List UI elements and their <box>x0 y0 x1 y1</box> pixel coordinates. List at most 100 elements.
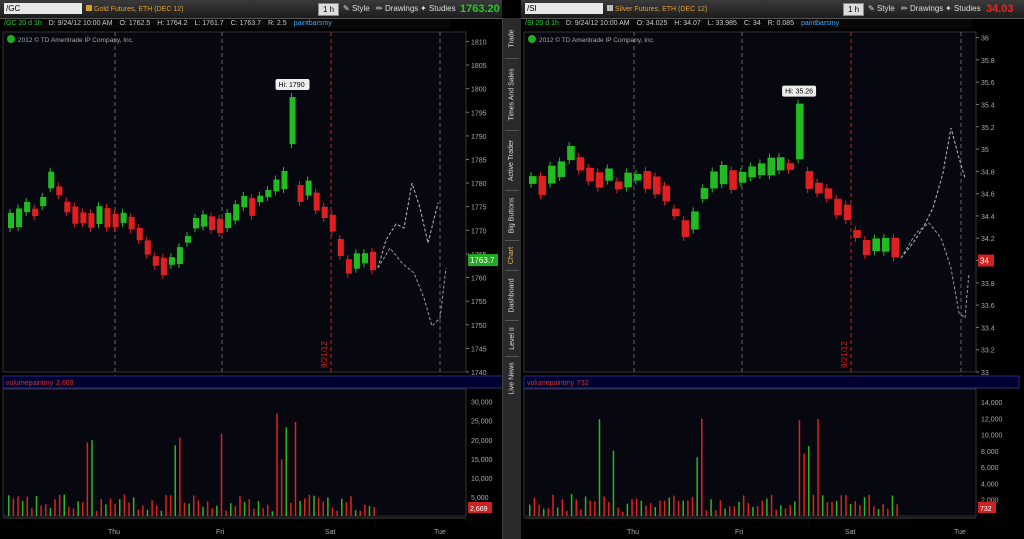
candle-body <box>297 185 304 202</box>
tab-active-trader[interactable]: Active Trader <box>504 132 520 188</box>
candle-body <box>681 220 690 237</box>
volume-bar <box>659 500 661 516</box>
tab-live-news[interactable]: Live News <box>504 358 520 398</box>
volume-bar <box>276 413 278 516</box>
volume-bar <box>710 499 712 516</box>
volume-tick-label: 30,000 <box>471 400 493 407</box>
volume-bar <box>635 498 638 516</box>
volume-tick-label: 10,000 <box>471 476 493 483</box>
pencil-icon: ✏ <box>376 4 383 13</box>
volume-value: 732 <box>577 380 589 387</box>
candle-body <box>112 213 119 228</box>
candle-body <box>120 212 127 223</box>
volume-bar <box>82 502 84 516</box>
study-name[interactable]: paintbarsmy <box>294 20 332 27</box>
candle-body <box>529 176 537 184</box>
candle-body <box>40 197 47 207</box>
tab-divider <box>505 130 519 131</box>
volume-tick-label: 14,000 <box>981 400 1003 407</box>
volume-tick-label: 6,000 <box>981 465 999 472</box>
bar-low: L: 33.985 <box>707 20 737 27</box>
volume-bar <box>789 505 791 516</box>
volume-bar <box>668 497 670 516</box>
volume-bar <box>230 503 232 516</box>
hi-label: Hi: 1790 <box>279 82 305 89</box>
volume-bar <box>622 511 624 516</box>
volume-bar <box>128 502 130 516</box>
volume-bar <box>294 421 297 516</box>
tab-trade[interactable]: Trade <box>504 20 520 56</box>
volume-bar <box>552 494 554 516</box>
volume-bar <box>626 503 629 516</box>
studies-button[interactable]: ✦ Studies <box>420 3 456 14</box>
style-button[interactable]: ✎ Style <box>868 3 895 14</box>
drawings-button[interactable]: ✏ Drawings <box>901 3 943 14</box>
volume-bar <box>26 496 28 516</box>
current-price-label: 1763.7 <box>470 256 495 265</box>
timeframe-button[interactable]: 1 h <box>318 3 340 16</box>
volume-bar <box>95 510 98 516</box>
x-axis-label: Sat <box>845 529 856 536</box>
study-name[interactable]: paintbarsmy <box>801 20 839 27</box>
volume-bar <box>547 508 550 516</box>
studies-button[interactable]: ✦ Studies <box>945 3 981 14</box>
volume-bar <box>345 502 348 516</box>
volume-bar <box>570 494 573 516</box>
price-tick-label: 1780 <box>471 181 487 188</box>
volume-bar <box>114 503 116 516</box>
candle-body <box>32 208 39 217</box>
tab-times-and-sales[interactable]: Times And Sales <box>504 60 520 128</box>
volume-bar <box>780 505 782 516</box>
volume-bar <box>598 419 601 516</box>
style-icon: ✎ <box>868 4 875 13</box>
candle-body <box>136 227 143 241</box>
bar-range: R: 2.5 <box>267 20 287 27</box>
price-tick-label: 33.4 <box>981 325 995 332</box>
studies-label: Studies <box>953 4 981 13</box>
volume-bar <box>91 440 93 516</box>
gold-price-chart[interactable]: 2012 © TD Ameritrade IP Company, Inc. 9/2… <box>0 28 502 539</box>
timeframe-button[interactable]: 1 h <box>843 3 865 16</box>
volume-bar <box>770 495 773 516</box>
tab-label: Times And Sales <box>508 67 516 121</box>
symbol-input[interactable]: /GC <box>4 3 82 14</box>
silver-price-chart[interactable]: 2012 © TD Ameritrade IP Company, Inc. 9/2… <box>521 28 1024 539</box>
price-tick-label: 35.6 <box>981 80 995 87</box>
drawings-button[interactable]: ✏ Drawings <box>376 3 418 14</box>
tab-chart[interactable]: Chart <box>504 242 520 268</box>
volume-bar <box>285 427 287 516</box>
price-tick-label: 33.8 <box>981 281 995 288</box>
candle-body <box>872 238 880 252</box>
bar-high: H: 1764.2 <box>157 20 188 27</box>
candle-body <box>757 163 766 176</box>
style-button[interactable]: ✎ Style <box>343 3 370 14</box>
tab-label: Chart <box>508 246 516 264</box>
volume-bar <box>798 420 801 516</box>
style-icon: ✎ <box>343 4 350 13</box>
gold-chart-panel: /GC Gold Futures, ETH (DEC 12) 1 h ✎ Sty… <box>0 0 502 539</box>
candle-body <box>345 259 352 274</box>
volume-bar <box>336 510 338 516</box>
candle-body <box>201 214 208 227</box>
volume-bar <box>529 504 531 516</box>
silver-chart-panel: /SI Silver Futures, ETH (DEC 12) 1 h ✎ S… <box>521 0 1024 539</box>
volume-tick-label: 8,000 <box>981 449 999 456</box>
tab-level-ii[interactable]: Level II <box>504 322 520 354</box>
candle-body <box>217 218 224 234</box>
volume-bar <box>812 494 815 516</box>
volume-badge-label: 732 <box>980 506 992 513</box>
tab-dashboard[interactable]: Dashboard <box>504 272 520 318</box>
volume-bar <box>617 507 619 516</box>
volume-tick-label: 15,000 <box>471 457 493 464</box>
bar-close: C: 1763.7 <box>230 20 262 27</box>
volume-bar <box>243 501 246 516</box>
volume-bar <box>794 501 796 516</box>
candle-body <box>691 211 699 230</box>
symbol-input[interactable]: /SI <box>525 3 603 14</box>
volume-bar <box>146 509 149 516</box>
volume-plot-area <box>2 388 467 517</box>
candle-body <box>128 217 135 230</box>
volume-bar <box>887 508 889 516</box>
volume-bar <box>542 508 545 516</box>
tab-big-buttons[interactable]: Big Buttons <box>504 192 520 238</box>
